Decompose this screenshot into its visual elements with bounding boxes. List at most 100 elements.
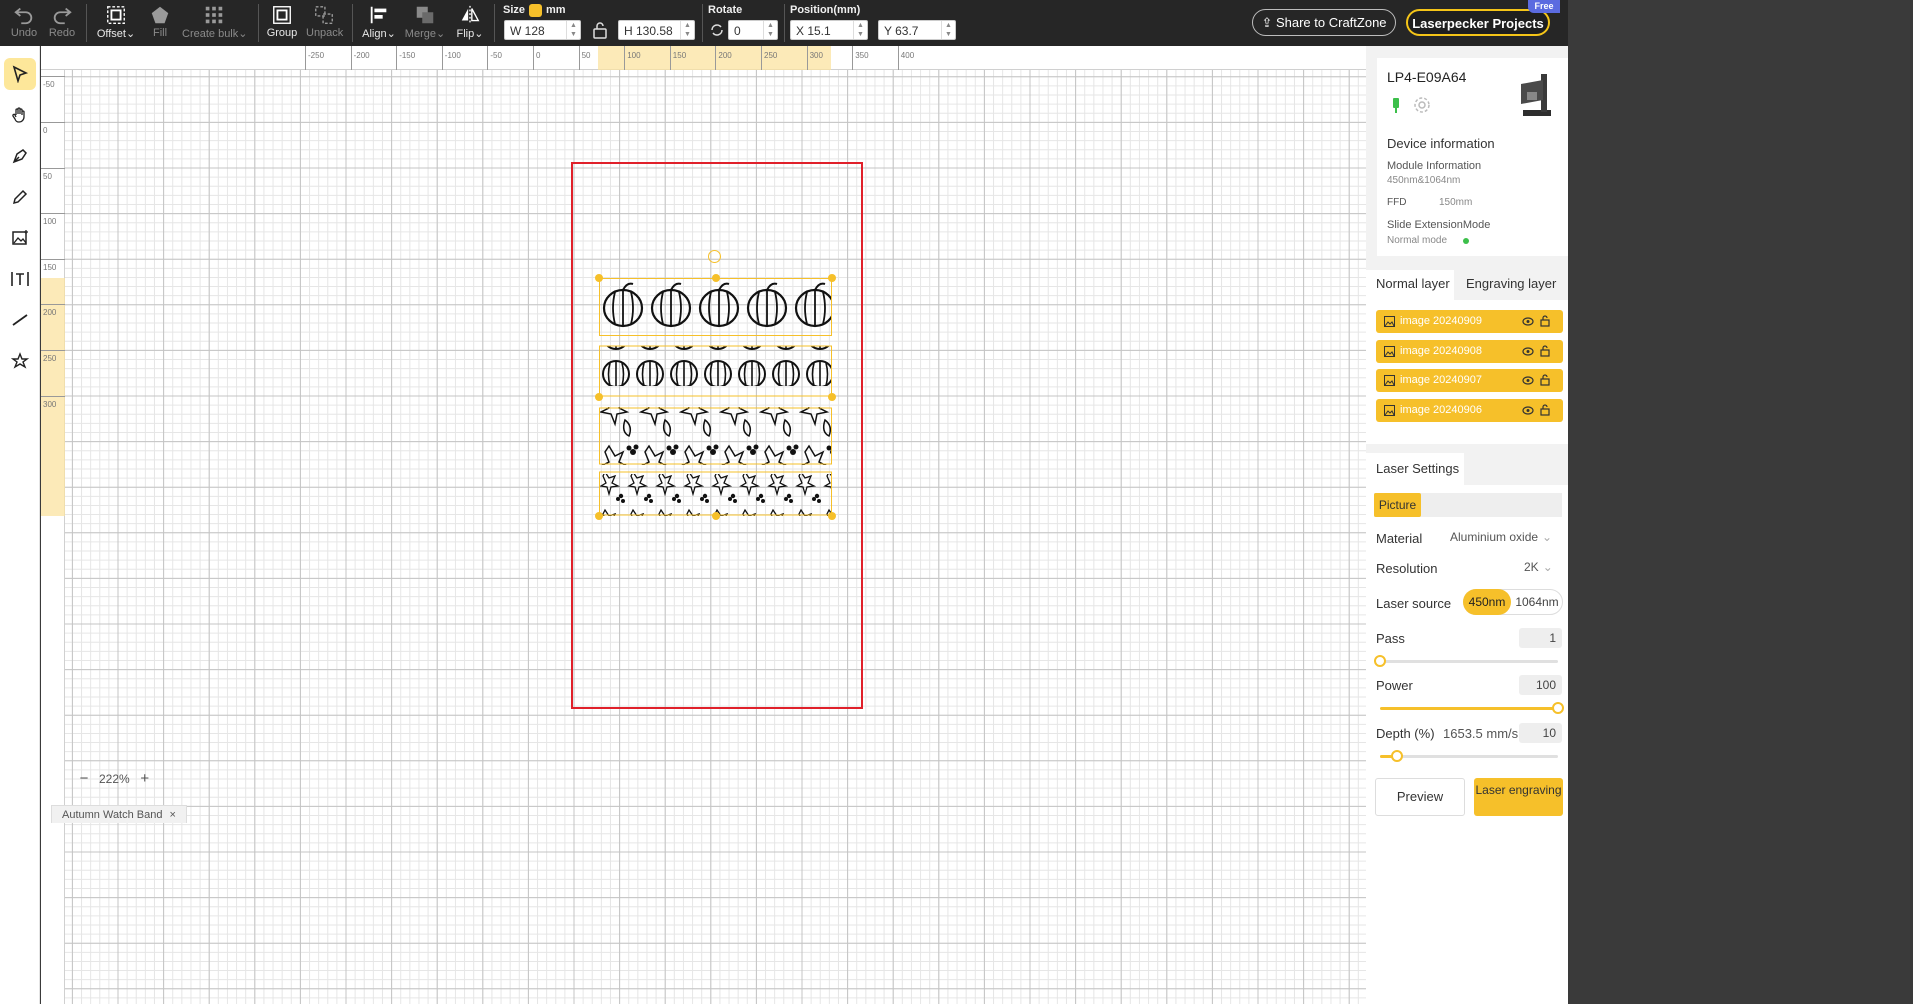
ruler-tick-label: 100	[627, 51, 641, 60]
material-select[interactable]: Aluminium oxide ⌄	[1450, 530, 1552, 544]
power-slider-knob[interactable]	[1552, 702, 1564, 714]
tab-engraving-layer[interactable]: Engraving layer	[1466, 276, 1556, 291]
mode-picture[interactable]: Picture	[1374, 493, 1421, 517]
resize-handle-nw[interactable]	[595, 274, 603, 282]
resize-handle-sw[interactable]	[595, 512, 603, 520]
unpack-button[interactable]: Unpack	[306, 3, 343, 39]
ruler-tick	[669, 46, 671, 70]
zoom-out-icon[interactable]: −	[75, 770, 93, 787]
rotate-field[interactable]: 0 ▲ ▼	[728, 20, 778, 40]
stepper-icon[interactable]: ▲ ▼	[941, 21, 955, 39]
layer-item[interactable]: image 20240909	[1376, 310, 1563, 333]
group-button[interactable]: Group	[266, 3, 298, 39]
laser-engraving-button[interactable]: Laser engraving	[1474, 778, 1563, 816]
close-icon[interactable]: ×	[170, 809, 176, 821]
ffd-value: 150mm	[1439, 197, 1473, 208]
depth-slider-knob[interactable]	[1391, 750, 1403, 762]
resize-handle-s[interactable]	[712, 512, 720, 520]
flip-button[interactable]: Flip⌄	[454, 3, 486, 40]
unlock-icon[interactable]	[1540, 344, 1550, 357]
resize-handle-w[interactable]	[595, 393, 603, 401]
layer-item[interactable]: image 20240907	[1376, 369, 1563, 392]
eye-icon[interactable]	[1522, 375, 1534, 386]
select-tool[interactable]	[4, 58, 36, 90]
pencil-tool[interactable]	[4, 181, 36, 213]
fill-button[interactable]: Fill	[148, 3, 172, 39]
ruler-tick-label: 300	[43, 399, 57, 409]
merge-button[interactable]: Merge⌄	[404, 3, 446, 40]
eye-icon[interactable]	[1522, 405, 1534, 416]
undo-button[interactable]: Undo	[10, 3, 38, 39]
separator	[702, 4, 703, 42]
depth-slider-track[interactable]	[1380, 755, 1558, 758]
hand-tool[interactable]	[4, 99, 36, 131]
unlock-icon[interactable]	[1540, 315, 1550, 327]
share-craftzone-button[interactable]: ⇪ Share to CraftZone	[1252, 9, 1396, 36]
resize-handle-ne[interactable]	[828, 274, 836, 282]
power-input[interactable]: 100	[1519, 675, 1562, 695]
module-info-label: Module Information	[1387, 160, 1482, 172]
selected-artwork[interactable]	[595, 274, 836, 520]
resolution-select[interactable]: 2K ⌄	[1524, 560, 1553, 574]
source-450nm-option[interactable]: 450nm	[1463, 589, 1511, 615]
right-panel: LP4-E09A64 Device information Module Inf…	[1366, 46, 1568, 1004]
tab-normal-layer[interactable]: Normal layer	[1376, 276, 1450, 291]
ruler-tick-label: 300	[809, 51, 823, 60]
create-bulk-button[interactable]: Create bulk⌄	[182, 3, 247, 40]
align-button[interactable]: Align⌄	[362, 3, 396, 40]
align-left-icon	[370, 6, 387, 24]
top-ruler: -250 -200 -150 -100 -50 0 50 100 150 200 250 300 350…	[41, 46, 1366, 70]
ruler-tick-label: 350	[855, 51, 869, 60]
stepper-icon[interactable]: ▲ ▼	[853, 21, 867, 39]
device-image	[1521, 74, 1551, 116]
stepper-icon[interactable]: ▲ ▼	[680, 21, 694, 39]
depth-input[interactable]: 10	[1519, 723, 1562, 743]
offset-button[interactable]: Offset⌄	[96, 3, 136, 40]
text-tool[interactable]	[4, 263, 36, 295]
pen-tool[interactable]	[4, 140, 36, 172]
settings-gear-icon[interactable]	[1413, 96, 1431, 114]
pass-input[interactable]: 1	[1519, 628, 1562, 648]
width-field[interactable]: W 128 ▲ ▼	[504, 20, 581, 40]
resize-handle-se[interactable]	[828, 512, 836, 520]
ruler-tick	[41, 350, 65, 351]
y-field[interactable]: Y 63.7 ▲ ▼	[878, 20, 956, 40]
preview-button[interactable]: Preview	[1375, 778, 1465, 816]
design-canvas[interactable]: -250 -200 -150 -100 -50 0 50 100 150 200 250 300 350…	[41, 46, 1366, 1004]
image-tool[interactable]	[4, 222, 36, 254]
eye-icon[interactable]	[1522, 316, 1534, 327]
zoom-in-icon[interactable]: +	[136, 770, 154, 787]
layer-item[interactable]: image 20240908	[1376, 339, 1563, 363]
resize-handle-n[interactable]	[712, 274, 720, 282]
power-slider-track[interactable]	[1380, 707, 1558, 710]
height-field[interactable]: H 130.58 ▲ ▼	[618, 20, 695, 40]
pass-slider-track[interactable]	[1380, 660, 1558, 663]
laserpecker-projects-button[interactable]: Laserpecker Projects	[1406, 9, 1550, 36]
layer-item[interactable]: image 20240906	[1376, 398, 1563, 422]
eye-icon[interactable]	[1522, 346, 1534, 357]
x-field[interactable]: X 15.1 ▲ ▼	[790, 20, 868, 40]
unit-toggle[interactable]	[529, 4, 542, 17]
pass-slider-knob[interactable]	[1374, 655, 1386, 667]
lock-icon[interactable]	[592, 21, 608, 39]
stepper-icon[interactable]: ▲ ▼	[763, 21, 777, 39]
unlock-icon[interactable]	[1540, 374, 1550, 386]
undo-label: Undo	[10, 27, 38, 39]
shape-tool[interactable]	[4, 345, 36, 377]
source-1064nm-option[interactable]: 1064nm	[1512, 589, 1562, 615]
resolution-label: Resolution	[1376, 561, 1438, 576]
stepper-icon[interactable]: ▲ ▼	[566, 21, 580, 39]
share-label: Share to CraftZone	[1275, 15, 1387, 30]
unlock-icon[interactable]	[1540, 403, 1550, 416]
resize-handle-e[interactable]	[828, 393, 836, 401]
ruler-tick-label: -250	[308, 51, 325, 60]
zoom-level: 222%	[99, 771, 130, 786]
leaf-band-1	[599, 407, 832, 465]
layer-label: image 20240907	[1400, 374, 1482, 386]
rotate-handle[interactable]	[708, 250, 721, 263]
laser-settings-tab[interactable]: Laser Settings	[1366, 453, 1464, 485]
document-tab[interactable]: Autumn Watch Band ×	[51, 805, 187, 823]
redo-button[interactable]: Redo	[48, 3, 76, 39]
line-tool[interactable]	[4, 304, 36, 336]
text-icon	[11, 272, 29, 286]
